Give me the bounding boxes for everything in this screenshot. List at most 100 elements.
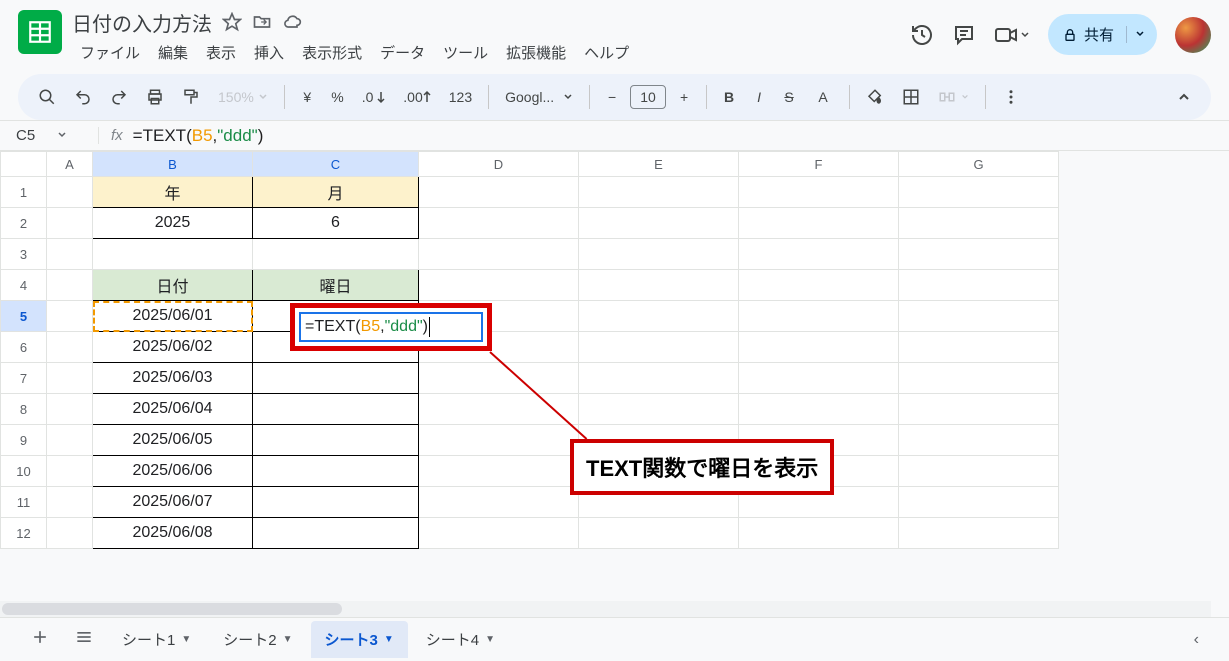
col-header[interactable]: E — [579, 152, 739, 177]
menu-data[interactable]: データ — [372, 38, 433, 67]
cell[interactable] — [253, 425, 419, 456]
more-toolbar-icon[interactable] — [996, 83, 1026, 111]
share-button[interactable]: 共有 — [1048, 14, 1157, 55]
doc-title[interactable]: 日付の入力方法 — [72, 8, 212, 37]
cell[interactable]: 2025/06/02 — [93, 332, 253, 363]
sheets-logo[interactable] — [18, 10, 62, 54]
comment-icon[interactable] — [952, 23, 976, 47]
sheet-tab-active[interactable]: シート3▼ — [311, 621, 408, 658]
borders-icon[interactable] — [896, 83, 926, 111]
cell[interactable]: 2025/06/08 — [93, 518, 253, 549]
sheet-tab[interactable]: シート4▼ — [412, 621, 509, 658]
more-formats-icon[interactable]: 123 — [443, 83, 478, 111]
cell-referenced[interactable]: 2025/06/01 — [93, 301, 253, 332]
increase-font-icon[interactable]: + — [672, 83, 696, 111]
formula-input[interactable]: =TEXT(B5,"ddd") — [133, 126, 264, 146]
menu-file[interactable]: ファイル — [72, 38, 148, 67]
strikethrough-icon[interactable]: S — [777, 83, 801, 111]
select-all-corner[interactable] — [1, 152, 47, 177]
fill-color-icon[interactable] — [860, 83, 890, 111]
col-header[interactable]: C — [253, 152, 419, 177]
col-header[interactable]: D — [419, 152, 579, 177]
sheet-tab[interactable]: シート1▼ — [108, 621, 205, 658]
cell[interactable]: 6 — [253, 208, 419, 239]
col-header[interactable]: G — [899, 152, 1059, 177]
paint-format-icon[interactable] — [176, 83, 206, 111]
meet-icon[interactable] — [994, 23, 1030, 47]
all-sheets-icon[interactable] — [64, 621, 104, 658]
row-header[interactable]: 6 — [1, 332, 47, 363]
cell[interactable]: 2025/06/07 — [93, 487, 253, 518]
text-color-icon[interactable]: A — [807, 83, 839, 111]
menu-format[interactable]: 表示形式 — [294, 38, 370, 67]
merge-cells-icon[interactable] — [932, 83, 974, 111]
cell[interactable]: 2025/06/03 — [93, 363, 253, 394]
collapse-toolbar-icon[interactable] — [1171, 83, 1197, 111]
row-header[interactable]: 12 — [1, 518, 47, 549]
history-icon[interactable] — [910, 23, 934, 47]
cell[interactable] — [253, 518, 419, 549]
font-size-input[interactable]: 10 — [630, 85, 666, 109]
spreadsheet-grid[interactable]: A B C D E F G 1年月 220256 3 4日付曜日 52025/0… — [0, 150, 1229, 590]
decrease-font-icon[interactable]: − — [600, 83, 624, 111]
move-folder-icon[interactable] — [252, 12, 272, 32]
menu-insert[interactable]: 挿入 — [246, 38, 292, 67]
cell[interactable] — [253, 487, 419, 518]
col-header[interactable]: B — [93, 152, 253, 177]
cell[interactable]: 2025/06/05 — [93, 425, 253, 456]
currency-icon[interactable]: ¥ — [295, 83, 319, 111]
cell[interactable] — [253, 394, 419, 425]
col-header[interactable]: A — [47, 152, 93, 177]
increase-decimal-icon[interactable]: .00 — [397, 83, 436, 111]
col-header[interactable]: F — [739, 152, 899, 177]
row-header[interactable]: 4 — [1, 270, 47, 301]
menu-tools[interactable]: ツール — [435, 38, 496, 67]
row-header[interactable]: 2 — [1, 208, 47, 239]
add-sheet-icon[interactable] — [20, 621, 60, 658]
cell[interactable] — [253, 239, 419, 270]
zoom-select[interactable]: 150% — [212, 83, 274, 111]
cell[interactable] — [93, 239, 253, 270]
sheet-tab[interactable]: シート2▼ — [209, 621, 306, 658]
horizontal-scrollbar[interactable] — [0, 601, 1211, 617]
print-icon[interactable] — [140, 83, 170, 111]
cell[interactable]: 2025/06/04 — [93, 394, 253, 425]
cell[interactable] — [253, 456, 419, 487]
decrease-decimal-icon[interactable]: .0 — [356, 83, 392, 111]
star-icon[interactable] — [222, 12, 242, 32]
font-select[interactable]: Googl... — [499, 83, 579, 111]
row-header[interactable]: 7 — [1, 363, 47, 394]
row-header[interactable]: 8 — [1, 394, 47, 425]
row-header[interactable]: 10 — [1, 456, 47, 487]
search-icon[interactable] — [32, 83, 62, 111]
fx-icon: fx — [98, 127, 123, 144]
bold-icon[interactable]: B — [717, 83, 741, 111]
explore-icon[interactable]: ‹ — [1170, 626, 1209, 653]
avatar[interactable] — [1175, 17, 1211, 53]
undo-icon[interactable] — [68, 83, 98, 111]
menu-help[interactable]: ヘルプ — [576, 38, 637, 67]
cell[interactable]: 月 — [253, 177, 419, 208]
menu-edit[interactable]: 編集 — [150, 38, 196, 67]
menu-view[interactable]: 表示 — [198, 38, 244, 67]
menu-extensions[interactable]: 拡張機能 — [498, 38, 574, 67]
cloud-status-icon[interactable] — [282, 12, 302, 32]
row-header[interactable]: 9 — [1, 425, 47, 456]
cell-editor[interactable]: =TEXT(B5,"ddd") — [299, 312, 483, 342]
row-header[interactable]: 11 — [1, 487, 47, 518]
name-box[interactable]: C5 — [8, 127, 80, 144]
percent-icon[interactable]: % — [325, 83, 349, 111]
cell[interactable]: 2025 — [93, 208, 253, 239]
redo-icon[interactable] — [104, 83, 134, 111]
cell[interactable]: 年 — [93, 177, 253, 208]
row-header[interactable]: 3 — [1, 239, 47, 270]
share-caret[interactable] — [1126, 26, 1153, 43]
cell[interactable]: 2025/06/06 — [93, 456, 253, 487]
cell[interactable]: 日付 — [93, 270, 253, 301]
cell[interactable] — [253, 363, 419, 394]
row-header[interactable]: 5 — [1, 301, 47, 332]
cell[interactable]: 曜日 — [253, 270, 419, 301]
row-header[interactable]: 1 — [1, 177, 47, 208]
chevron-down-icon[interactable] — [57, 127, 67, 144]
italic-icon[interactable]: I — [747, 83, 771, 111]
